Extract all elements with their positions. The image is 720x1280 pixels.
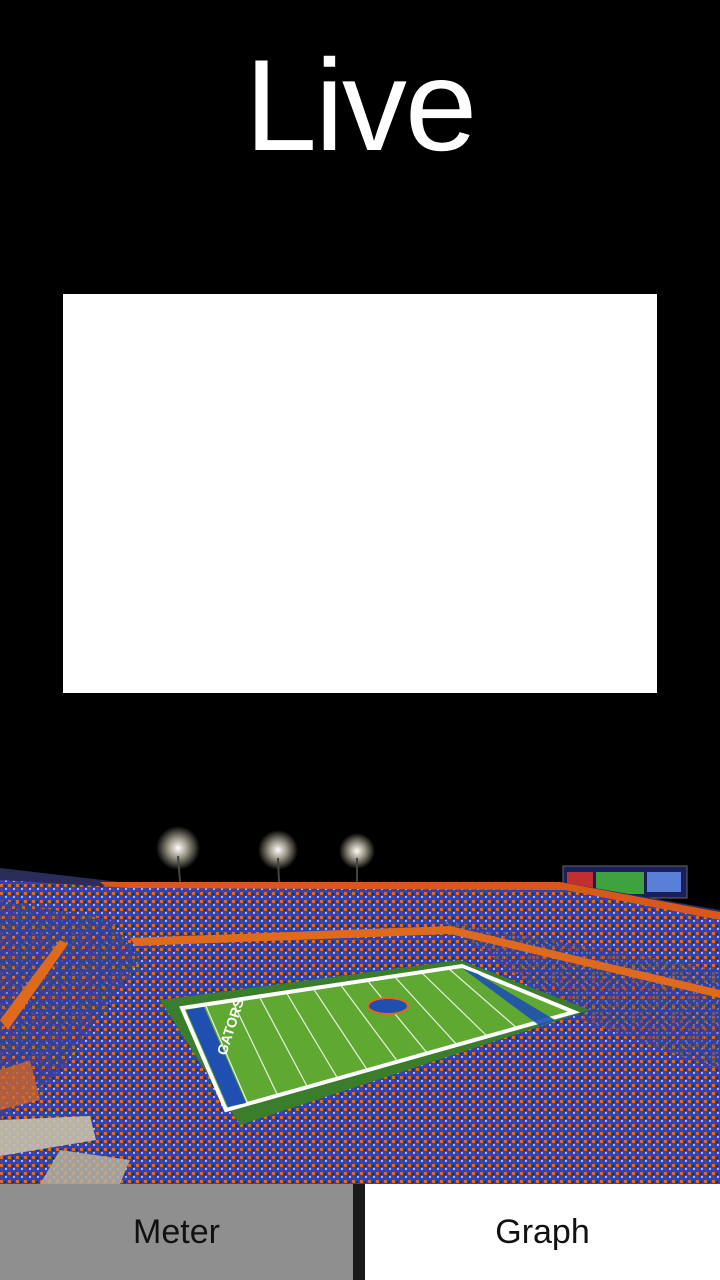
stadium-photo: GATORS	[0, 820, 720, 1184]
tab-divider	[353, 1184, 365, 1280]
live-content-panel	[63, 294, 657, 693]
page-title: Live	[244, 32, 477, 178]
tab-meter[interactable]: Meter	[0, 1184, 353, 1280]
tab-meter-label: Meter	[133, 1212, 220, 1251]
tab-graph[interactable]: Graph	[365, 1184, 720, 1280]
tab-bar: Meter Graph	[0, 1184, 720, 1280]
tab-graph-label: Graph	[495, 1212, 590, 1251]
app-screen: Live GATORS Meter Graph	[0, 0, 720, 1280]
